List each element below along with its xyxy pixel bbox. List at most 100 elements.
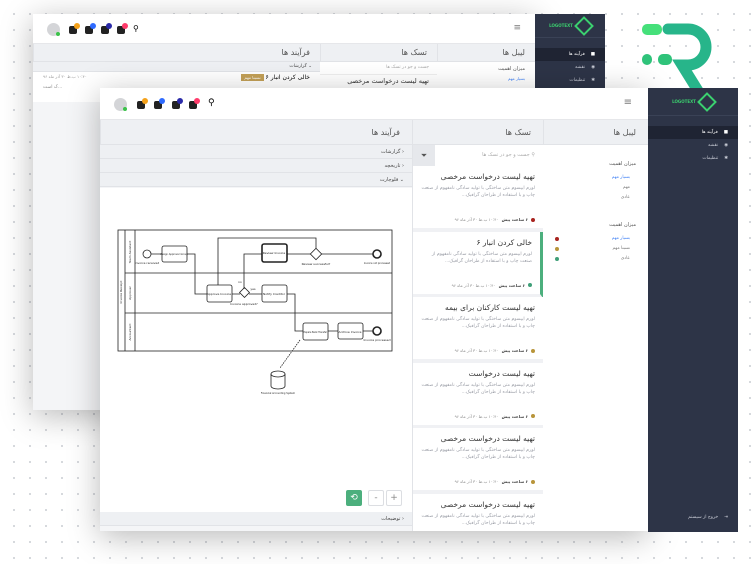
node-approved: Invoice approved? bbox=[230, 302, 258, 306]
label-group-title: میزان اهمیت bbox=[498, 66, 525, 72]
avatar[interactable] bbox=[47, 23, 60, 36]
filter-icon: ⏷ bbox=[420, 151, 428, 160]
color-dot-icon bbox=[555, 236, 559, 241]
search-icon[interactable]: ⚲ bbox=[133, 24, 139, 33]
rocket-icon[interactable] bbox=[101, 23, 112, 34]
node-not-processed: Invoice not processed bbox=[364, 262, 391, 265]
processes-header: فرآیند ها bbox=[100, 120, 412, 145]
task-description: لورم ایپسوم متن ساختگی با تولید سادگی نا… bbox=[421, 513, 535, 526]
task-meta: ۶ ساعت پیش ۱۰:۴۰ ب.ظ ۳۰ آذر ماه ۹۶ bbox=[455, 479, 535, 484]
label-text: بسیار مهم bbox=[611, 236, 630, 241]
cart-icon[interactable] bbox=[189, 98, 200, 109]
task-search-input[interactable]: ⚲ جست و جو در تسک ها bbox=[435, 145, 543, 166]
task-card[interactable]: تهیه لیست درخواست لورم ایپسوم متن ساختگی… bbox=[413, 362, 543, 429]
back-sidebar-item-map[interactable]: ◉ نقشه bbox=[535, 61, 605, 74]
reset-view-button[interactable]: ⟲ bbox=[346, 490, 362, 506]
back-accordion-reports[interactable]: ⌄ گزارشات bbox=[33, 62, 320, 72]
task-card[interactable]: تهیه لیست درخواست مرخصی لورم ایپسوم متن … bbox=[413, 166, 543, 232]
zoom-in-button[interactable]: + bbox=[386, 490, 402, 506]
label-text: عادی bbox=[620, 256, 630, 261]
sidebar: LOGOTEXT ■ فرآیند ها ◉ نقشه ✱ تنظیمات ⇥ خروج… bbox=[648, 88, 738, 532]
task-meta: ۶ ساعت پیش ۱۰:۴۰ ب.ظ ۳۰ آذر ماه ۹۶ bbox=[455, 348, 535, 353]
wallet-icon[interactable] bbox=[137, 98, 148, 109]
search-icon[interactable]: ⚲ bbox=[208, 98, 215, 108]
node-review: Review Invoice bbox=[263, 251, 286, 255]
zoom-out-button[interactable]: - bbox=[368, 490, 384, 506]
back-tasks-header: تسک ها bbox=[320, 44, 437, 62]
logo-text: LOGOTEXT bbox=[672, 99, 696, 104]
avatar[interactable] bbox=[114, 98, 127, 111]
task-meta: ۶ ساعت پیش ۱۰:۴۰ ب.ظ ۳۰ آذر ماه ۹۶ bbox=[455, 217, 535, 222]
task-description: لورم ایپسوم متن ساختگی با تولید سادگی نا… bbox=[421, 382, 535, 395]
header: ⚲ ≡ bbox=[100, 88, 648, 120]
pool-label: Invoice Receipt bbox=[119, 280, 123, 304]
task-ago: ۶ ساعت پیش bbox=[501, 413, 528, 419]
back-sidebar-item-settings[interactable]: ✱ تنظیمات bbox=[535, 74, 605, 87]
search-placeholder: جست و جو در تسک ها bbox=[482, 152, 530, 158]
label-item[interactable]: نسبتا مهم bbox=[555, 246, 636, 251]
back-sidebar: LOGOTEXT ■ فرآیند ها ◉ نقشه ✱ تنظیمات bbox=[535, 14, 605, 94]
accordion-label: گزارشات bbox=[381, 149, 401, 155]
filter-button[interactable]: ⏷ bbox=[413, 145, 435, 166]
back-search-input[interactable]: جست و جو در تسک ها bbox=[320, 62, 437, 74]
label-item[interactable]: بسیار مهم bbox=[555, 236, 636, 241]
logout-button[interactable]: ⇥ خروج از سیستم bbox=[678, 511, 738, 524]
node-prepare: Prepare Bank Transfer bbox=[303, 331, 327, 334]
node-review-ok: Review successful? bbox=[302, 262, 331, 266]
importance-badge: نسبتا مهم bbox=[241, 74, 264, 81]
task-title: خالی کردن انبار ۶ bbox=[476, 237, 532, 247]
accordion-history[interactable]: ‹ تاریخچه bbox=[100, 159, 412, 173]
cart-icon[interactable] bbox=[117, 23, 128, 34]
bell-icon[interactable] bbox=[85, 23, 96, 34]
tasks-header: تسک ها bbox=[412, 120, 543, 145]
accordion-description[interactable]: ‹ توضیحات bbox=[100, 512, 412, 526]
flowchart-canvas[interactable]: Invoice received Assign Approver Group R… bbox=[100, 188, 412, 512]
back-labels-header: لیبل ها bbox=[437, 44, 535, 62]
labels-header: لیبل ها bbox=[543, 120, 648, 145]
task-card[interactable]: تهیه لیست درخواست مرخصی لورم ایپسوم متن … bbox=[413, 493, 543, 531]
priority-dot-icon bbox=[528, 283, 532, 287]
accordion-label: تاریخچه bbox=[384, 163, 401, 169]
node-approve: Approve Invoice bbox=[207, 292, 231, 296]
wallet-icon[interactable] bbox=[69, 23, 80, 34]
accordion-reports[interactable]: ‹ گزارشات bbox=[100, 145, 412, 159]
task-meta: ۶ ساعت پیش ۱۰:۴۰ ب.ظ ۳۰ آذر ماه ۹۶ bbox=[452, 283, 532, 288]
accordion-flowchart[interactable]: ⌄ فلوچارت bbox=[100, 173, 412, 187]
hamburger-icon[interactable]: ≡ bbox=[513, 23, 521, 33]
node-archive: Archive Invoice bbox=[339, 330, 362, 334]
location-pin-icon: ◉ bbox=[724, 143, 728, 148]
logo-icon bbox=[573, 15, 594, 36]
priority-dot-icon bbox=[531, 217, 535, 222]
bell-icon[interactable] bbox=[154, 98, 165, 109]
task-card[interactable]: تهیه لیست درخواست مرخصی لورم ایپسوم متن … bbox=[413, 428, 543, 494]
sidebar-item-map[interactable]: ◉ نقشه bbox=[648, 139, 738, 152]
task-card[interactable]: خالی کردن انبار ۶ لورم ایپسوم متن ساختگی… bbox=[413, 231, 543, 298]
label-item[interactable]: مهم bbox=[555, 185, 636, 190]
refresh-icon: ⟲ bbox=[350, 493, 358, 503]
accordion-label: گزارشات bbox=[289, 64, 307, 69]
rocket-icon[interactable] bbox=[172, 98, 183, 109]
task-card[interactable]: تهیه لیست کارکنان برای بیمه لورم ایپسوم … bbox=[413, 297, 543, 363]
task-date: ۱۰:۴۰ ب.ظ ۳۰ آذر ماه ۹۶ bbox=[454, 348, 499, 353]
logout-icon: ⇥ bbox=[724, 515, 728, 520]
label-item[interactable]: عادی bbox=[555, 256, 636, 261]
node-assign: Assign Approver Group bbox=[160, 253, 188, 256]
task-description: لورم ایپسوم متن ساختگی با تولید سادگی نا… bbox=[421, 186, 535, 198]
task-title: تهیه لیست درخواست مرخصی bbox=[440, 172, 535, 181]
label-text: نسبتا مهم bbox=[612, 246, 630, 251]
briefcase-icon: ■ bbox=[590, 52, 595, 57]
sidebar-label: فرآیند ها bbox=[701, 130, 718, 135]
label-item[interactable]: بسیار مهم bbox=[447, 76, 525, 81]
edge-yes: yes bbox=[250, 287, 256, 291]
task-ago: ۶ ساعت پیش bbox=[501, 479, 528, 484]
label-item[interactable]: بسیار مهم bbox=[555, 175, 636, 180]
back-sidebar-item-processes[interactable]: ■ فرآیند ها bbox=[535, 48, 605, 61]
back-processes-header: فرآیند ها bbox=[33, 44, 320, 62]
sidebar-item-settings[interactable]: ✱ تنظیمات bbox=[648, 152, 738, 165]
label-item[interactable]: عادی bbox=[555, 195, 636, 200]
task-date: ۱۰:۴۰ ب.ظ ۳۰ آذر ماه ۹۶ bbox=[454, 413, 499, 419]
lane-label: Team Assistant bbox=[128, 240, 132, 264]
gear-icon: ✱ bbox=[724, 156, 728, 161]
hamburger-icon[interactable]: ≡ bbox=[624, 97, 632, 108]
sidebar-item-processes[interactable]: ■ فرآیند ها bbox=[648, 126, 738, 139]
